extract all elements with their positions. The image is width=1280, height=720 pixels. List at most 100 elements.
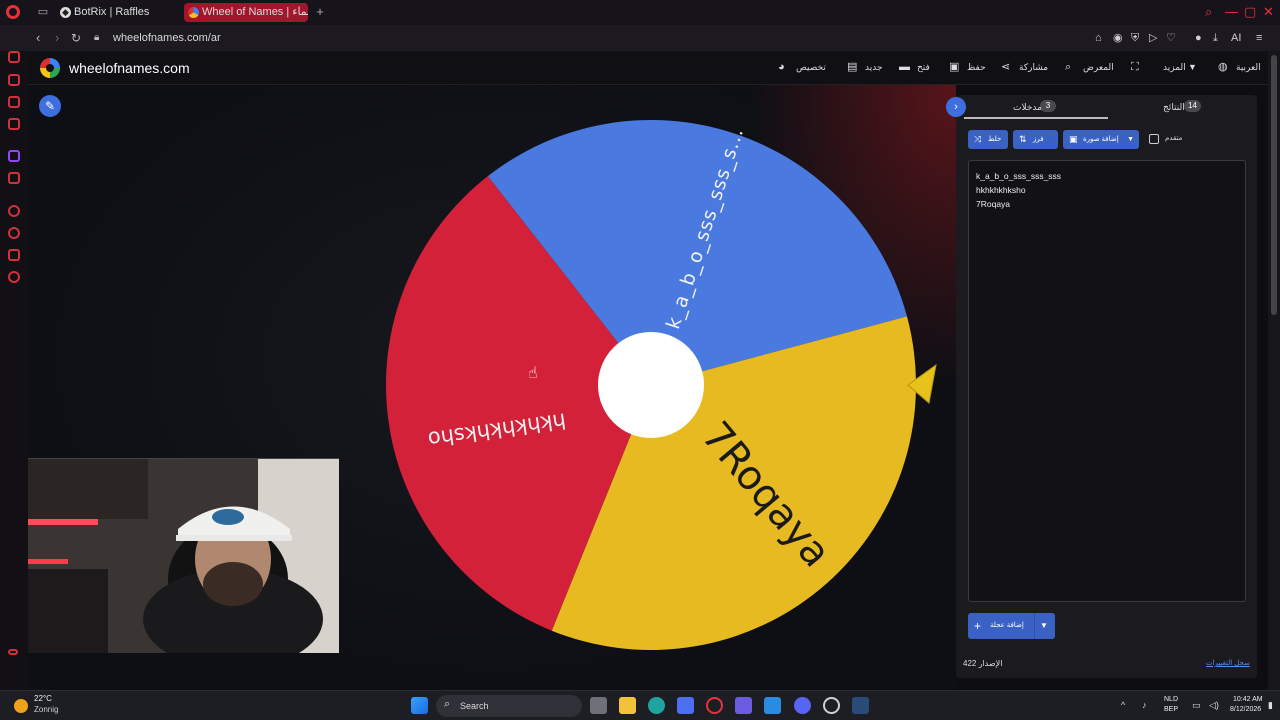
sort-button[interactable]: ⇅ فرز [1013, 130, 1058, 149]
tab-results[interactable]: النتائج [1163, 101, 1185, 113]
discord-icon[interactable] [794, 697, 811, 714]
camera-icon[interactable]: ◉ [1113, 31, 1123, 45]
reload-icon[interactable]: ↻ [71, 30, 81, 46]
steam-icon[interactable] [852, 697, 869, 714]
tab-botrix[interactable]: ◆ BotRix | Raffles [56, 3, 180, 22]
tray-chevron-up-icon[interactable]: ^ [1121, 699, 1125, 711]
page-scrollbar[interactable] [1268, 51, 1280, 690]
download-icon[interactable]: ⤓ [1213, 31, 1218, 45]
changelog-link[interactable]: سجل التغييرات [1206, 658, 1250, 670]
input-language[interactable]: NLD [1164, 695, 1178, 704]
site-header: wheelofnames.com ◕ تخصيص ▤ جديد ▬ فتح ▣ … [28, 51, 1268, 85]
clock-date[interactable]: 8/12/2026 [1230, 705, 1261, 714]
wheel-logo-icon[interactable] [40, 58, 60, 78]
menu-customize[interactable]: تخصيص [796, 60, 826, 74]
workspaces-icon[interactable]: ▭ [36, 6, 50, 18]
windows-app-icon[interactable] [764, 697, 781, 714]
volume-icon[interactable]: ◁) [1209, 699, 1219, 711]
input-layout[interactable]: BEP [1164, 705, 1178, 714]
new-tab-button[interactable]: + [313, 5, 327, 18]
fullscreen-icon[interactable]: ⛶ [1131, 60, 1139, 74]
version-info: 422 الإصدار [963, 658, 1002, 670]
sidebar-player-icon[interactable] [8, 205, 20, 217]
new-file-icon: ▤ [847, 61, 858, 73]
menu-open[interactable]: فتح [917, 60, 930, 74]
tab-label: Wheel of Names | عجلة الأسماء [202, 6, 308, 18]
notification-icon[interactable]: ▮ [1268, 699, 1273, 711]
play-icon[interactable]: ▷ [1149, 31, 1157, 45]
wheel[interactable]: k_a_b_o_sss_sss_s... 7Roqaya hkhkhkhksho… [358, 93, 956, 683]
ai-label: AI [1231, 32, 1242, 44]
sidebar-messenger-icon[interactable] [8, 249, 20, 261]
menu-more[interactable]: المزيد [1163, 60, 1186, 74]
opera-logo-icon[interactable] [6, 5, 20, 19]
heart-icon[interactable]: ♡ [1166, 31, 1176, 45]
network-icon[interactable]: ▭ [1192, 699, 1201, 711]
sidebar-history-icon[interactable] [8, 227, 20, 239]
edit-pencil-button[interactable]: ✎ [39, 95, 61, 117]
lock-icon: 🔒︎ [94, 32, 100, 43]
wheel-center-hub[interactable] [598, 332, 704, 438]
menu-save[interactable]: حفظ [967, 60, 986, 74]
entries-textarea[interactable]: k_a_b_o_sss_sss_sss hkhkhkhksho 7Roqaya [968, 160, 1246, 602]
clock-time[interactable]: 10:42 AM [1233, 695, 1263, 704]
sidebar-chat-icon[interactable] [8, 96, 20, 108]
tab-search-icon[interactable]: ⌕ [1205, 5, 1212, 19]
sidebar-twitch-icon[interactable] [8, 150, 20, 162]
sidebar-more-icon[interactable] [8, 649, 18, 655]
sidebar-aria-icon[interactable] [8, 51, 20, 63]
back-icon[interactable]: ‹ [36, 30, 40, 46]
botrix-favicon-icon: ◆ [60, 7, 71, 18]
menu-share[interactable]: مشاركة [1019, 60, 1048, 74]
url-field[interactable]: wheelofnames.com/ar [113, 30, 221, 46]
minimize-icon[interactable]: — [1225, 5, 1238, 19]
collapse-panel-button[interactable]: › [946, 97, 966, 117]
task-view-icon[interactable] [590, 697, 607, 714]
scrollbar-thumb[interactable] [1271, 55, 1277, 315]
version-label: الإصدار [978, 659, 1003, 668]
menu-language[interactable]: العربية [1236, 60, 1261, 74]
sidebar-bag-icon[interactable] [8, 74, 20, 86]
image-icon: ▣ [1069, 134, 1078, 144]
divider [1034, 613, 1035, 639]
menu-new[interactable]: جديد [865, 60, 883, 74]
add-image-label: إضافة صورة [1083, 136, 1119, 143]
tab-wheel-of-names[interactable]: Wheel of Names | عجلة الأسماء [184, 3, 308, 22]
obs-icon[interactable] [823, 697, 840, 714]
shuffle-button[interactable]: ⤨ خلط [968, 130, 1008, 149]
weather-description[interactable]: Zonnig [34, 705, 58, 715]
file-explorer-icon[interactable] [619, 697, 636, 714]
results-count-badge: 14 [1184, 100, 1201, 112]
sun-icon[interactable] [14, 699, 28, 713]
sidebar-percent-icon[interactable] [8, 172, 20, 184]
opera-taskbar-icon[interactable] [706, 697, 723, 714]
tab-entries[interactable]: مدخلات [1013, 101, 1042, 113]
microphone-icon[interactable]: ♪ [1142, 699, 1147, 711]
sidebar-music-icon[interactable] [8, 118, 20, 130]
menu-gallery[interactable]: المعرض [1083, 60, 1114, 74]
forward-icon[interactable]: › [55, 30, 59, 46]
weather-temperature[interactable]: 22°C [34, 694, 52, 704]
taskbar-search[interactable]: ⌕ Search [436, 695, 582, 717]
add-wheel-button[interactable]: + إضافة عجلة ▼ [968, 613, 1055, 639]
profile-icon[interactable]: ● [1195, 31, 1202, 45]
share-icon: ⋖ [1001, 61, 1011, 73]
add-image-button[interactable]: ▣ إضافة صورة ▼ [1063, 130, 1139, 149]
maximize-icon[interactable]: ▢ [1244, 5, 1256, 19]
save-icon: ▣ [949, 61, 960, 73]
caret-down-icon[interactable]: ▼ [1040, 613, 1048, 639]
caret-down-icon: ▼ [1127, 136, 1134, 143]
sidebar-settings-icon[interactable] [8, 271, 20, 283]
shield-icon[interactable]: ⛨ [1131, 31, 1139, 45]
ai-button[interactable]: AI [1231, 31, 1241, 45]
close-icon[interactable]: ✕ [1263, 5, 1274, 19]
media-player-icon[interactable] [735, 697, 752, 714]
site-title[interactable]: wheelofnames.com [69, 59, 190, 77]
bookmark-icon[interactable]: ⌂ [1095, 31, 1102, 45]
opera-sidebar [0, 51, 28, 690]
menu-icon[interactable]: ≡ [1256, 31, 1262, 45]
store-icon[interactable] [677, 697, 694, 714]
advanced-checkbox[interactable] [1149, 134, 1159, 144]
start-windows-icon[interactable] [411, 697, 428, 714]
edge-icon[interactable] [648, 697, 665, 714]
